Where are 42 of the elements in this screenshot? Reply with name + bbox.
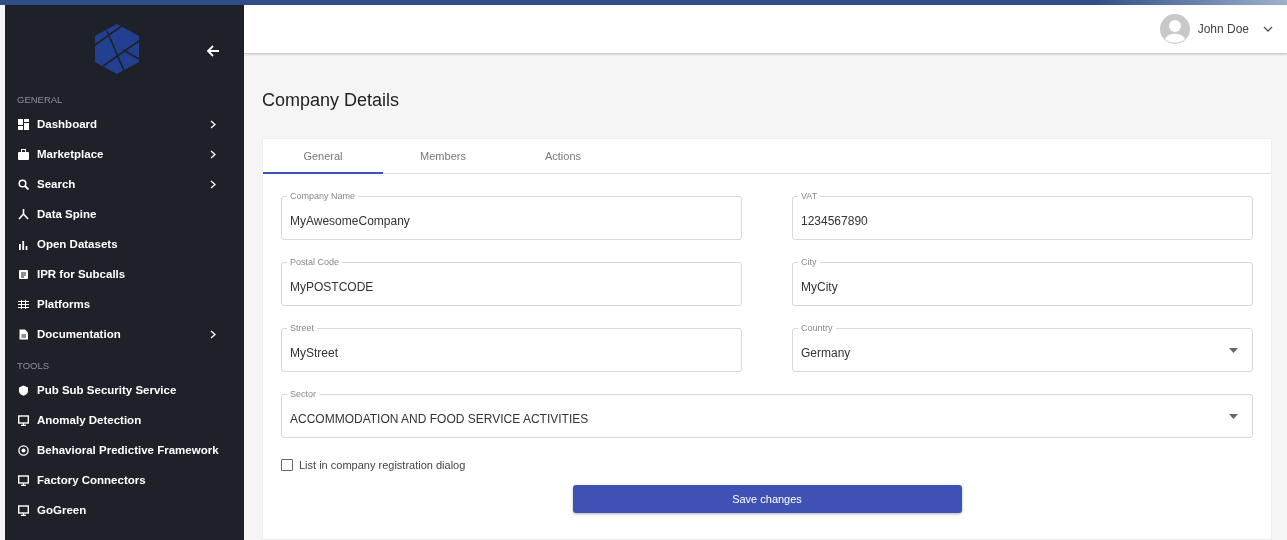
caret-icon — [1229, 413, 1238, 419]
sidebar-item[interactable]: Dashboard — [5, 109, 244, 139]
menu-item-icon — [18, 384, 29, 396]
caret-icon — [1229, 347, 1238, 353]
tab[interactable]: Actions — [503, 139, 623, 174]
section-heading: TOOLS — [16, 359, 51, 373]
menu-item-icon — [18, 298, 29, 310]
avatar-icon — [1159, 14, 1190, 44]
user-menu[interactable]: John Doe — [1159, 14, 1273, 44]
hexagon-logo-icon — [93, 23, 141, 75]
sidebar-item[interactable]: Behavioral Predictive Framework — [5, 435, 244, 465]
menu-item-icon — [18, 444, 29, 456]
section-heading: GENERAL — [16, 93, 64, 107]
sidebar-item[interactable]: Platforms — [5, 289, 244, 319]
menu-item-icon — [18, 474, 29, 486]
page-title: Company Details — [262, 90, 401, 111]
menu-item-icon — [18, 504, 29, 516]
sidebar-item[interactable]: Marketplace — [5, 139, 244, 169]
checkbox-label[interactable]: List in company registration dialog — [299, 459, 466, 471]
sidebar-item[interactable]: Open Datasets — [5, 229, 244, 259]
save-button[interactable]: Save changes — [572, 485, 962, 513]
sidebar-item[interactable]: Search — [5, 169, 244, 199]
tab[interactable]: General — [263, 139, 383, 174]
back-arrow-icon[interactable] — [206, 44, 220, 58]
menu-item-icon — [18, 414, 29, 426]
tab[interactable]: Members — [383, 139, 503, 174]
menu-item-icon — [18, 238, 29, 250]
sidebar-item[interactable]: GoGreen — [5, 495, 244, 525]
menu-item-icon — [18, 178, 29, 190]
menu-item-icon — [18, 328, 29, 340]
chevron-down-icon — [1263, 26, 1273, 32]
checkbox[interactable] — [281, 459, 293, 471]
menu-item-icon — [18, 268, 29, 280]
sidebar-item[interactable]: IPR for Subcalls — [5, 259, 244, 289]
menu-item-icon — [18, 148, 29, 160]
sidebar-item[interactable]: Factory Connectors — [5, 465, 244, 495]
sidebar-item[interactable]: Anomaly Detection — [5, 405, 244, 435]
menu-item-icon — [18, 118, 29, 130]
sidebar-item[interactable]: Pub Sub Security Service — [5, 375, 244, 405]
menu-item-icon — [18, 208, 29, 220]
sidebar-item[interactable]: Documentation — [5, 319, 244, 349]
sidebar-item[interactable]: Data Spine — [5, 199, 244, 229]
